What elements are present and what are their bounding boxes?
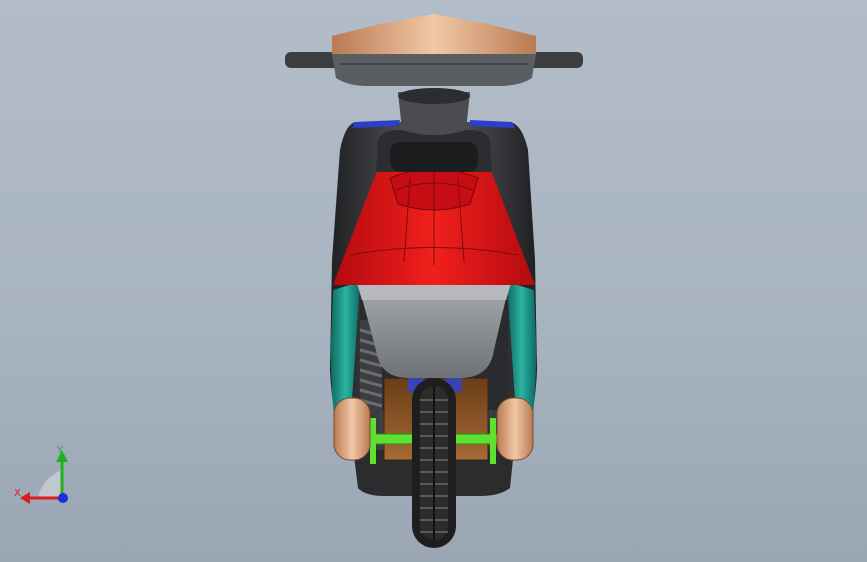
rear-gray-panel [362,298,506,378]
seat-bump [390,142,478,172]
x-axis-arrow [20,492,30,504]
handlebar-cover-bottom [332,54,536,86]
3d-viewport[interactable]: Y X [0,0,867,562]
axle-arm-right [490,418,496,464]
y-axis-label: Y [56,445,64,456]
side-cap-left [333,397,371,461]
handlebar-cover-top [332,14,536,54]
grip-left [285,52,340,68]
axis-triad: Y X [14,445,68,504]
rear-tire [412,378,456,548]
z-axis-dot [58,493,68,503]
axle-arm-left [370,418,376,464]
scooter-model[interactable] [0,0,867,562]
triad-plane [38,470,62,498]
x-axis-label: X [14,488,21,499]
side-cap-right [496,397,534,461]
